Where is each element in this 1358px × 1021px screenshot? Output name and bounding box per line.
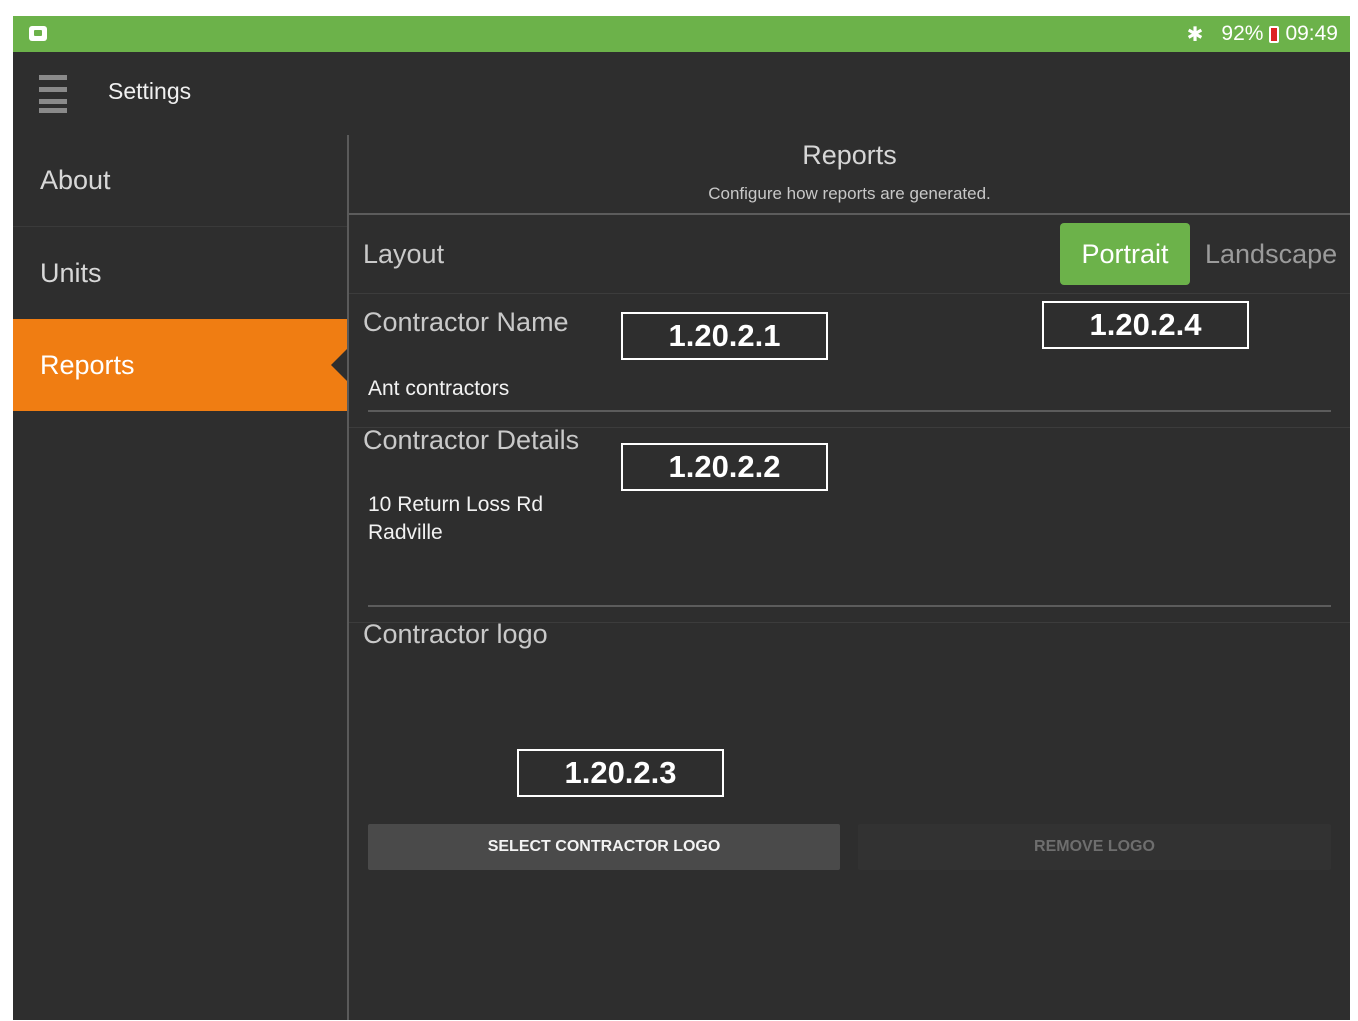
contractor-name-label: Contractor Name — [363, 307, 569, 337]
page-title: Reports — [802, 140, 897, 170]
status-right-group: ✱ 92% 09:49 — [1187, 16, 1338, 52]
sidebar-item-label: Units — [40, 257, 102, 288]
bluetooth-icon: ✱ — [1186, 23, 1204, 46]
portrait-toggle-button[interactable]: Portrait — [1060, 223, 1190, 285]
contractor-name-field[interactable]: Ant contractors — [368, 375, 509, 403]
status-bar: ✱ 92% 09:49 — [13, 16, 1350, 52]
contractor-details-underline — [368, 605, 1331, 607]
reports-panel: Reports Configure how reports are genera… — [349, 135, 1350, 1020]
address-line-1: 10 Return Loss Rd — [368, 493, 544, 516]
select-contractor-logo-button[interactable]: SELECT CONTRACTOR LOGO — [368, 824, 840, 870]
contractor-name-underline — [368, 410, 1331, 412]
hamburger-menu-icon[interactable] — [39, 75, 67, 113]
app-notification-icon — [29, 26, 47, 41]
callout-label: 1.20.2.2 — [621, 443, 828, 491]
clock: 09:49 — [1285, 22, 1338, 45]
sidebar-item-about[interactable]: About — [13, 135, 347, 227]
landscape-toggle-button[interactable]: Landscape — [1205, 223, 1350, 285]
remove-logo-button[interactable]: REMOVE LOGO — [858, 824, 1331, 870]
contractor-details-field[interactable]: 10 Return Loss Rd Radville — [368, 491, 543, 547]
layout-divider — [349, 293, 1350, 294]
contractor-details-label: Contractor Details — [363, 425, 580, 455]
settings-sidebar: About Units Reports — [13, 135, 347, 1020]
header-divider — [349, 213, 1350, 215]
toolbar-title: Settings — [108, 78, 192, 104]
battery-percent: 92% — [1221, 22, 1264, 45]
app-toolbar: Settings — [13, 52, 1350, 135]
layout-label: Layout — [363, 239, 445, 269]
tablet-screen: ✱ 92% 09:49 Settings About Units Reports… — [13, 16, 1350, 1020]
sidebar-item-units[interactable]: Units — [13, 227, 347, 319]
sidebar-item-label: About — [40, 165, 111, 195]
address-line-2: Radville — [368, 521, 443, 544]
contractor-logo-label: Contractor logo — [363, 619, 548, 649]
sidebar-item-reports[interactable]: Reports — [13, 319, 347, 411]
callout-label: 1.20.2.4 — [1042, 301, 1249, 349]
battery-icon — [1269, 25, 1280, 43]
callout-label: 1.20.2.1 — [621, 312, 828, 360]
callout-label: 1.20.2.3 — [517, 749, 724, 797]
page-subtitle: Configure how reports are generated. — [708, 184, 991, 203]
sidebar-item-label: Reports — [40, 349, 135, 380]
